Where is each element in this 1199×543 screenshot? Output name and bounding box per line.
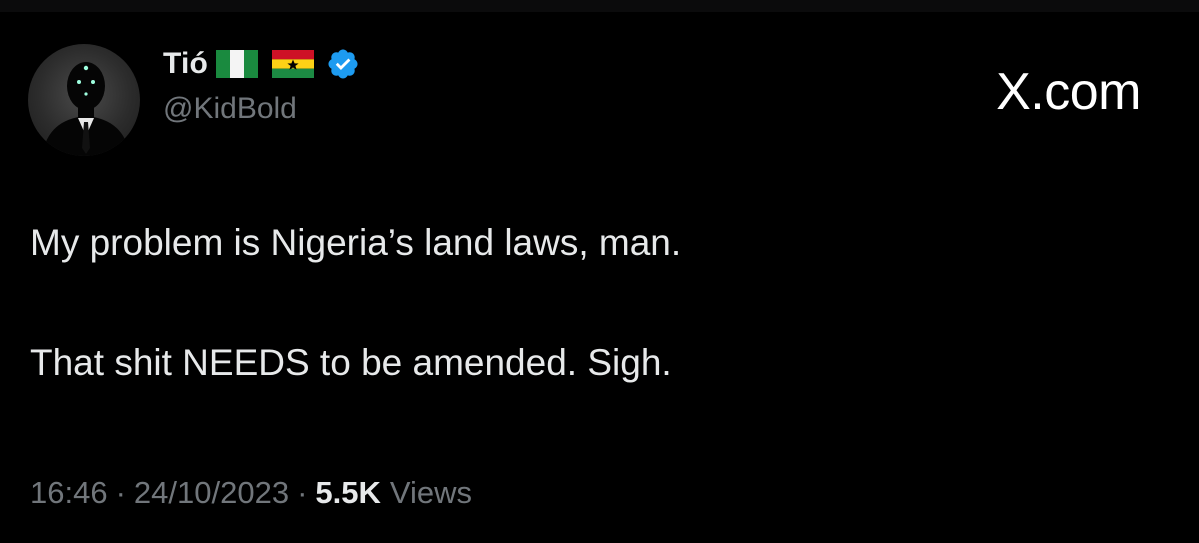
tweet-header: Tió @KidBold	[163, 44, 360, 126]
tweet-meta: 16:46 · 24/10/2023 · 5.5K Views	[30, 475, 472, 511]
views-label: Views	[389, 475, 473, 510]
x-com-watermark: X.com	[996, 63, 1141, 121]
meta-separator: ·	[115, 475, 126, 510]
tweet-text-line: That shit NEEDS to be amended. Sigh.	[30, 342, 672, 383]
avatar[interactable]	[28, 44, 140, 156]
views-count[interactable]: 5.5K	[315, 475, 380, 511]
avatar-image	[42, 62, 130, 156]
tweet-text-line: My problem is Nigeria’s land laws, man.	[30, 222, 682, 263]
name-row: Tió	[163, 44, 360, 84]
tweet-card: Tió @KidBold X.com My problem is Nigeria…	[0, 0, 1199, 543]
ghana-flag-icon	[272, 50, 315, 78]
meta-separator: ·	[297, 475, 308, 510]
display-name[interactable]: Tió	[163, 47, 208, 81]
verified-badge-icon[interactable]	[326, 47, 360, 81]
tweet-date[interactable]: 24/10/2023	[134, 475, 289, 511]
nigeria-flag-icon	[216, 50, 259, 78]
user-handle[interactable]: @KidBold	[163, 92, 360, 126]
tweet-time[interactable]: 16:46	[30, 475, 108, 511]
